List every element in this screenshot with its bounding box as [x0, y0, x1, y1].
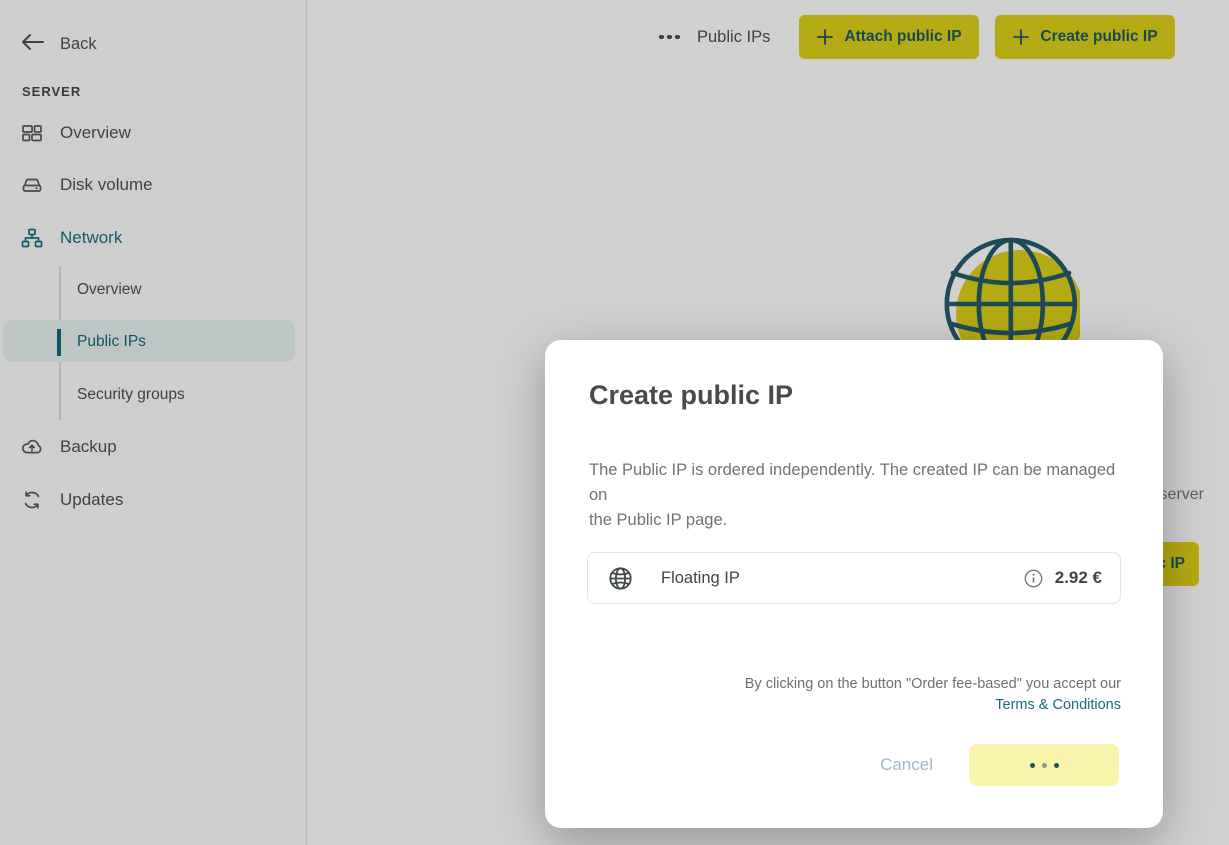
- info-circle-icon[interactable]: [1024, 569, 1043, 588]
- create-public-ip-dialog: Create public IP The Public IP is ordere…: [545, 340, 1163, 828]
- globe-icon: [608, 566, 633, 591]
- dialog-title: Create public IP: [589, 380, 793, 411]
- cancel-button[interactable]: Cancel: [880, 755, 933, 775]
- order-fee-based-button-loading[interactable]: [969, 744, 1119, 786]
- terms-and-conditions-link[interactable]: Terms & Conditions: [995, 697, 1121, 713]
- terms-note: By clicking on the button "Order fee-bas…: [745, 674, 1121, 716]
- option-price: 2.92 €: [1055, 568, 1102, 588]
- dialog-actions: Cancel: [880, 744, 1119, 786]
- floating-ip-option[interactable]: Floating IP 2.92 €: [587, 552, 1121, 604]
- app-window: Back SERVER Overview Disk volume Netw: [0, 0, 1229, 845]
- option-label: Floating IP: [661, 569, 740, 588]
- loading-dots-icon: [1030, 763, 1059, 768]
- dialog-description: The Public IP is ordered independently. …: [589, 458, 1124, 533]
- price-wrap: 2.92 €: [1024, 568, 1102, 588]
- terms-note-text: By clicking on the button "Order fee-bas…: [745, 676, 1121, 692]
